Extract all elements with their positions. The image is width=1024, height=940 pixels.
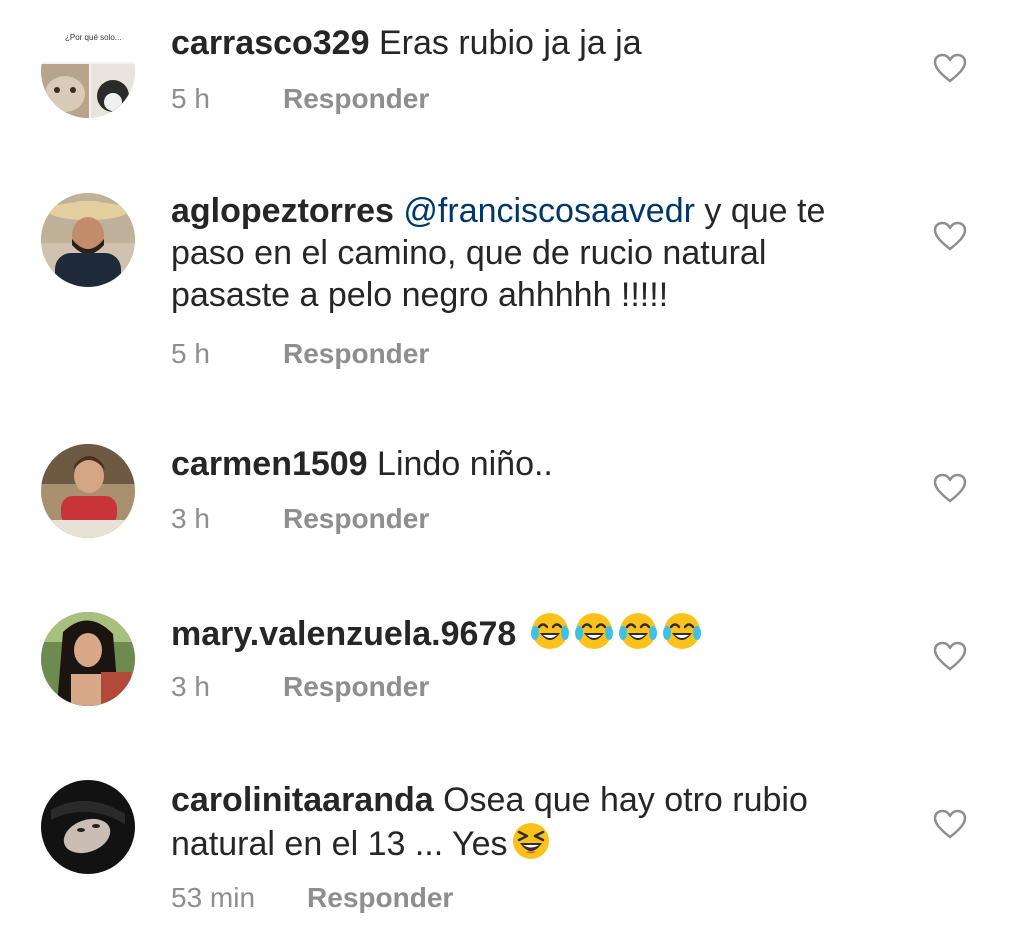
comment-time: 53 min <box>171 882 256 913</box>
comment-text: carmen1509 Lindo niño.. <box>171 443 891 485</box>
avatar-image <box>41 193 135 287</box>
avatar-image <box>41 444 135 538</box>
reply-button[interactable]: Responder <box>307 882 453 913</box>
comment-text: mary.valenzuela.9678 <box>171 611 891 655</box>
reply-button[interactable]: Responder <box>283 338 429 369</box>
tears-of-joy-emoji <box>530 613 569 649</box>
comment-time: 3 h <box>171 503 210 534</box>
comment-username[interactable]: carrasco329 <box>171 24 370 62</box>
comment-text: aglopeztorres @franciscosaavedr y que te… <box>171 190 891 316</box>
avatar-image <box>41 780 135 874</box>
comment-username[interactable]: mary.valenzuela.9678 <box>171 615 516 653</box>
comment-text: carrasco329 Eras rubio ja ja ja <box>171 22 891 64</box>
heart-outline-icon[interactable] <box>933 473 967 503</box>
avatar-caption: ¿Por qué solo... fotos de tu cara? <box>65 33 135 42</box>
tears-of-joy-emoji <box>662 613 701 649</box>
tears-of-joy-emoji <box>574 613 613 649</box>
heart-outline-icon[interactable] <box>933 53 967 83</box>
heart-outline-icon[interactable] <box>933 641 967 671</box>
comment-time: 5 h <box>171 338 210 369</box>
avatar[interactable] <box>41 780 135 874</box>
avatar[interactable]: ¿Por qué solo... fotos de tu cara? <box>41 24 135 118</box>
avatar[interactable] <box>41 612 135 706</box>
heart-outline-icon[interactable] <box>933 809 967 839</box>
comment-body <box>516 615 525 653</box>
tears-of-joy-emoji <box>618 613 657 649</box>
reply-button[interactable]: Responder <box>283 503 429 534</box>
comment-username[interactable]: carmen1509 <box>171 445 368 483</box>
avatar-image <box>41 612 135 706</box>
comment-time: 5 h <box>171 83 210 114</box>
comment-body: Eras rubio ja ja ja <box>369 24 642 62</box>
avatar-image: ¿Por qué solo... fotos de tu cara? <box>41 24 135 118</box>
comment-meta: 5 h Responder <box>171 82 429 116</box>
squinting-laugh-emoji <box>513 823 550 859</box>
comment-text: carolinitaaranda Osea que hay otro rubio… <box>171 779 891 865</box>
comment-meta: 3 h Responder <box>171 670 429 704</box>
mention-link[interactable]: @franciscosaavedr <box>403 192 695 230</box>
heart-outline-icon[interactable] <box>933 221 967 251</box>
avatar[interactable] <box>41 193 135 287</box>
reply-button[interactable]: Responder <box>283 671 429 702</box>
comment-meta: 5 h Responder <box>171 337 429 371</box>
reply-button[interactable]: Responder <box>283 83 429 114</box>
comment-username[interactable]: aglopeztorres <box>171 192 394 230</box>
comment-time: 3 h <box>171 671 210 702</box>
comment-meta: 3 h Responder <box>171 502 429 536</box>
comment-meta: 53 min Responder <box>171 881 453 915</box>
comment-username[interactable]: carolinitaaranda <box>171 781 434 819</box>
comment-body: Lindo niño.. <box>367 445 553 483</box>
avatar[interactable] <box>41 444 135 538</box>
